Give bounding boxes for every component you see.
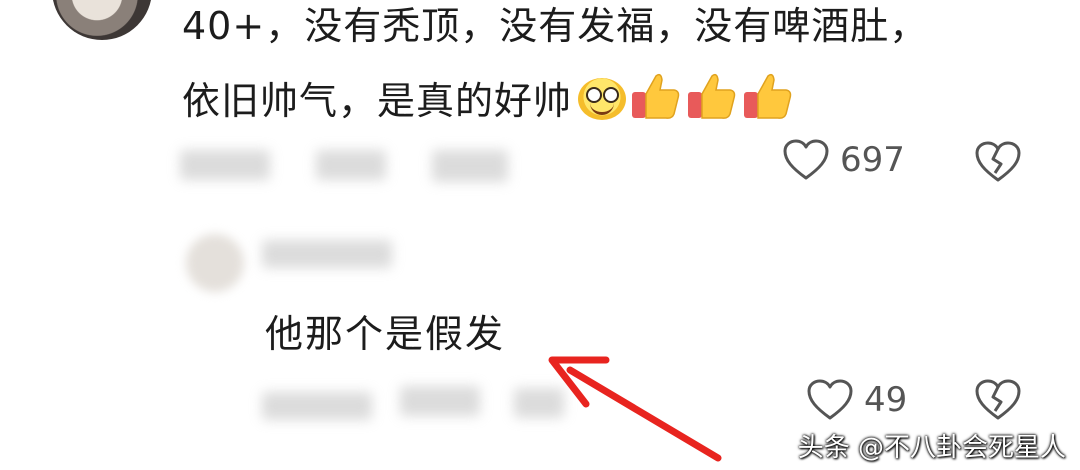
watermark: 头条 @不八卦会死星人 xyxy=(797,433,1066,463)
red-arrow-annotation xyxy=(548,356,722,462)
